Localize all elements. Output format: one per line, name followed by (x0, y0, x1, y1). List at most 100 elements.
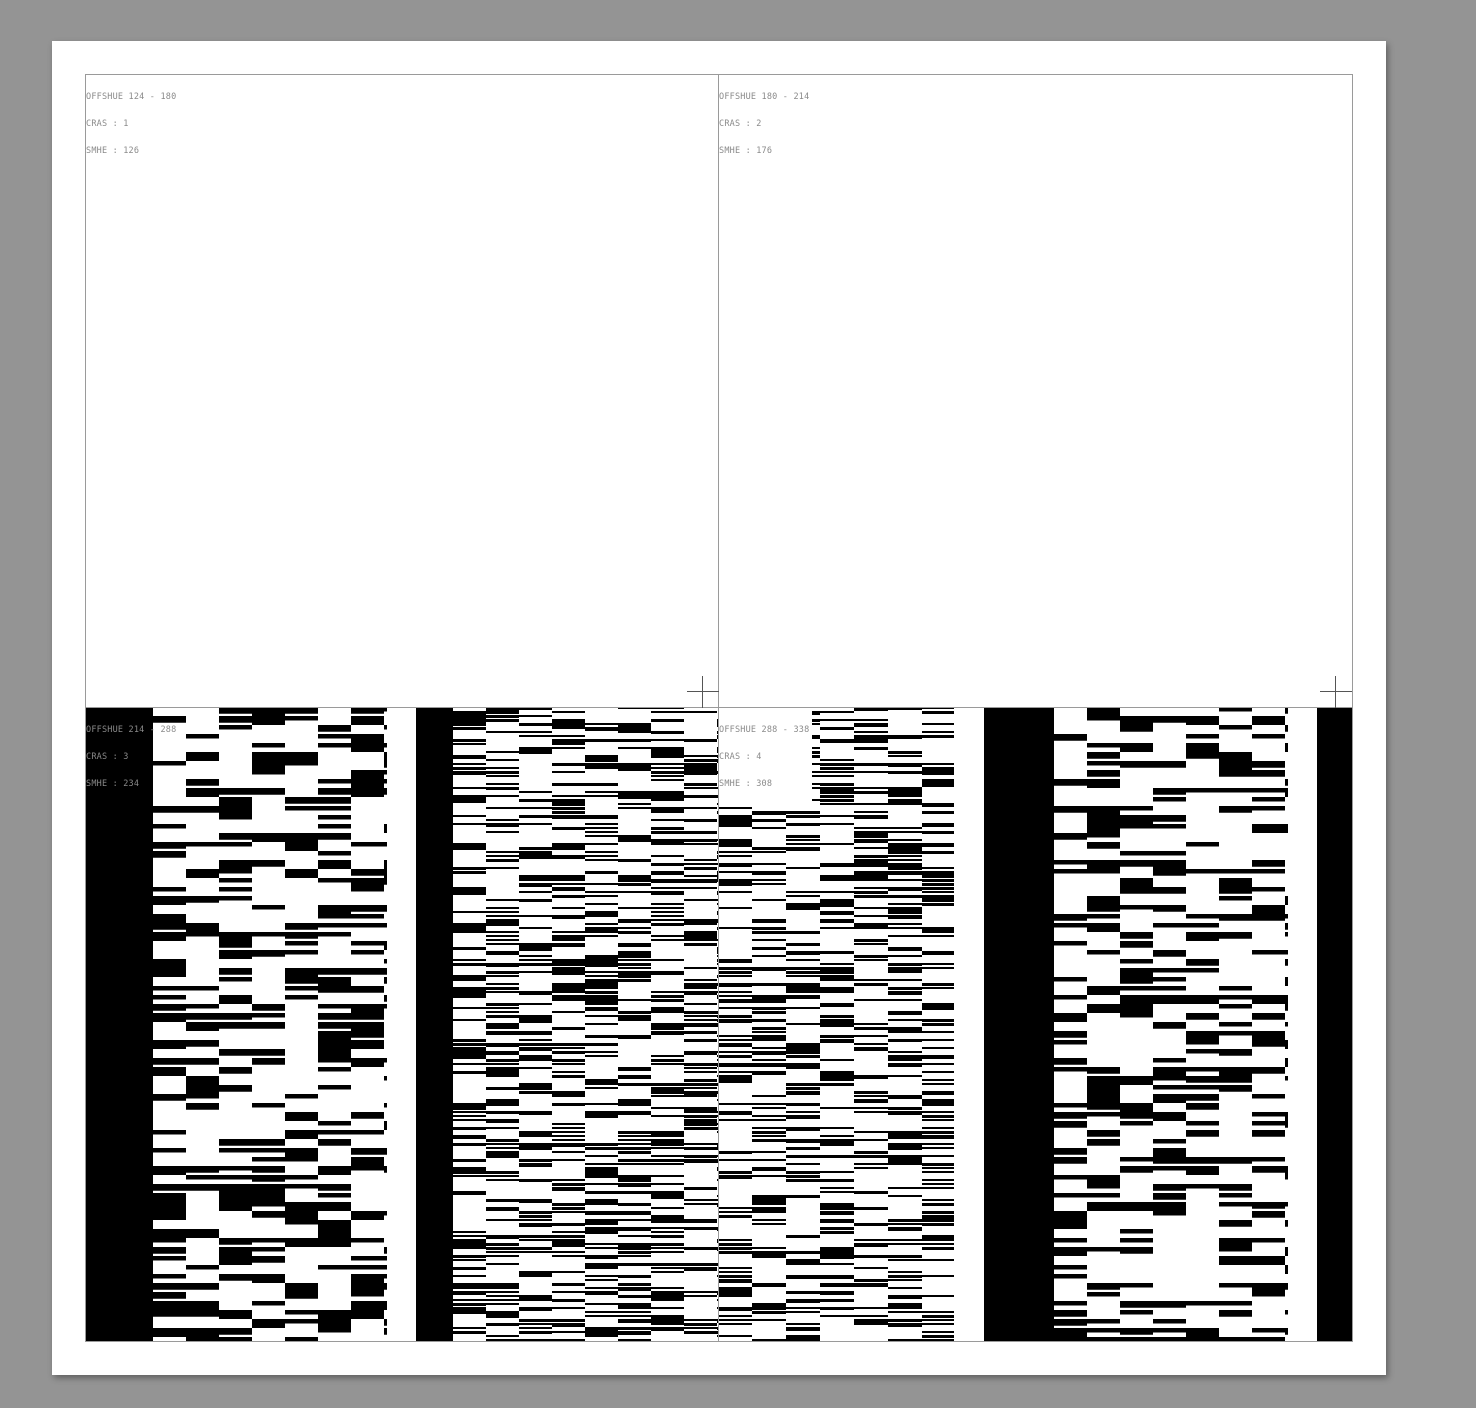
barcode-stripe (718, 995, 752, 997)
barcode-stripe (618, 727, 651, 731)
barcode-stripe (1153, 824, 1186, 829)
barcode-stripe (519, 1295, 552, 1299)
barcode-stripe (1087, 905, 1120, 912)
texture-tile-bottom-right[interactable]: OFFSHUE 288 - 338 CRAS : 4 SMHE : 308 (718, 707, 1353, 1342)
barcode-stripe (1186, 788, 1219, 793)
barcode-stripe (552, 1271, 585, 1273)
barcode-stripe (888, 803, 922, 805)
barcode-stripe (552, 763, 585, 766)
barcode-pattern (85, 707, 719, 1342)
barcode-stripe (888, 923, 922, 925)
barcode-stripe (486, 1007, 519, 1009)
barcode-stripe (888, 1239, 922, 1241)
barcode-stripe (1054, 977, 1087, 982)
barcode-stripe (585, 1287, 618, 1289)
barcode-stripe (519, 751, 552, 754)
barcode-stripe (1153, 887, 1186, 894)
barcode-stripe (1219, 788, 1252, 793)
texture-tile-top-right[interactable]: OFFSHUE 180 - 214 CRAS : 2 SMHE : 176 (718, 74, 1353, 708)
barcode-stripe (718, 1051, 752, 1053)
barcode-stripe (486, 971, 519, 974)
barcode-stripe (922, 803, 954, 807)
barcode-stripe (651, 767, 684, 769)
barcode-stripe (186, 923, 219, 932)
barcode-stripe (552, 739, 585, 743)
barcode-stripe (252, 707, 285, 716)
barcode-stripe (318, 1121, 351, 1126)
barcode-stripe (888, 795, 922, 797)
barcode-stripe (186, 869, 219, 878)
barcode-stripe (684, 1051, 717, 1055)
barcode-stripe (1252, 869, 1285, 874)
barcode-stripe (453, 1171, 486, 1174)
barcode-stripe (684, 1019, 717, 1021)
barcode-stripe (552, 995, 585, 999)
barcode-stripe (1120, 1310, 1153, 1315)
barcode-stripe (1054, 860, 1087, 865)
barcode-stripe (684, 979, 717, 981)
barcode-stripe (718, 1271, 752, 1273)
barcode-stripe (384, 1283, 387, 1290)
texture-tile-top-left[interactable]: OFFSHUE 124 - 180 CRAS : 1 SMHE : 126 (85, 74, 719, 708)
barcode-stripe (519, 1339, 552, 1342)
barcode-stripe (651, 1083, 684, 1086)
barcode-stripe (486, 719, 519, 722)
barcode-stripe (718, 851, 752, 853)
barcode-stripe (888, 1011, 922, 1015)
barcode-stripe (820, 1255, 854, 1259)
barcode-stripe (651, 1195, 684, 1199)
barcode-stripe (718, 1323, 752, 1325)
barcode-stripe (318, 878, 351, 883)
barcode-stripe (486, 851, 519, 853)
barcode-stripe (752, 1135, 786, 1137)
barcode-stripe (552, 1159, 585, 1161)
barcode-stripe (318, 1310, 351, 1319)
barcode-stripe (1087, 815, 1120, 824)
barcode-stripe (318, 1319, 351, 1328)
barcode-stripe (384, 743, 387, 748)
barcode-stripe (820, 1251, 854, 1255)
barcode-stripe (1252, 905, 1285, 914)
barcode-stripe (820, 843, 854, 845)
barcode-stripe (684, 1015, 717, 1017)
barcode-stripe (585, 1255, 618, 1259)
barcode-stripe (153, 1238, 186, 1243)
barcode-stripe (252, 752, 285, 761)
barcode-stripe (1219, 1157, 1252, 1164)
barcode-stripe (1054, 1067, 1087, 1072)
barcode-stripe (1120, 941, 1153, 948)
barcode-stripe (888, 1311, 922, 1313)
barcode-stripe (752, 1119, 786, 1121)
barcode-stripe (786, 1083, 820, 1086)
barcode-stripe (252, 1202, 285, 1207)
texture-tile-bottom-left[interactable]: OFFSHUE 214 - 288 CRAS : 3 SMHE : 234 (85, 707, 719, 1342)
barcode-stripe (651, 959, 684, 961)
barcode-stripe (1186, 932, 1219, 941)
barcode-stripe (453, 1055, 486, 1059)
barcode-stripe (486, 775, 519, 777)
barcode-stripe (718, 1319, 752, 1321)
barcode-stripe (1153, 950, 1186, 957)
barcode-stripe (618, 1147, 651, 1150)
barcode-stripe (1153, 1166, 1186, 1171)
barcode-stripe (186, 1283, 219, 1290)
barcode-stripe (285, 977, 318, 984)
barcode-stripe (752, 1115, 786, 1117)
barcode-stripe (453, 1231, 486, 1233)
barcode-stripe (519, 1147, 552, 1150)
barcode-stripe (486, 1031, 519, 1035)
barcode-stripe (453, 959, 486, 961)
barcode-stripe (1285, 1220, 1288, 1227)
barcode-stripe (922, 987, 954, 989)
barcode-stripe (618, 1327, 651, 1330)
barcode-stripe (384, 959, 387, 964)
barcode-stripe (922, 1019, 954, 1022)
barcode-stripe (618, 971, 651, 975)
barcode-stripe (752, 1095, 786, 1097)
tile-index-text: CRAS : 3 (86, 752, 129, 762)
barcode-stripe (888, 1095, 922, 1099)
barcode-stripe (453, 1127, 486, 1130)
barcode-stripe (519, 851, 552, 855)
barcode-stripe (585, 1087, 618, 1089)
barcode-stripe (552, 1239, 585, 1243)
